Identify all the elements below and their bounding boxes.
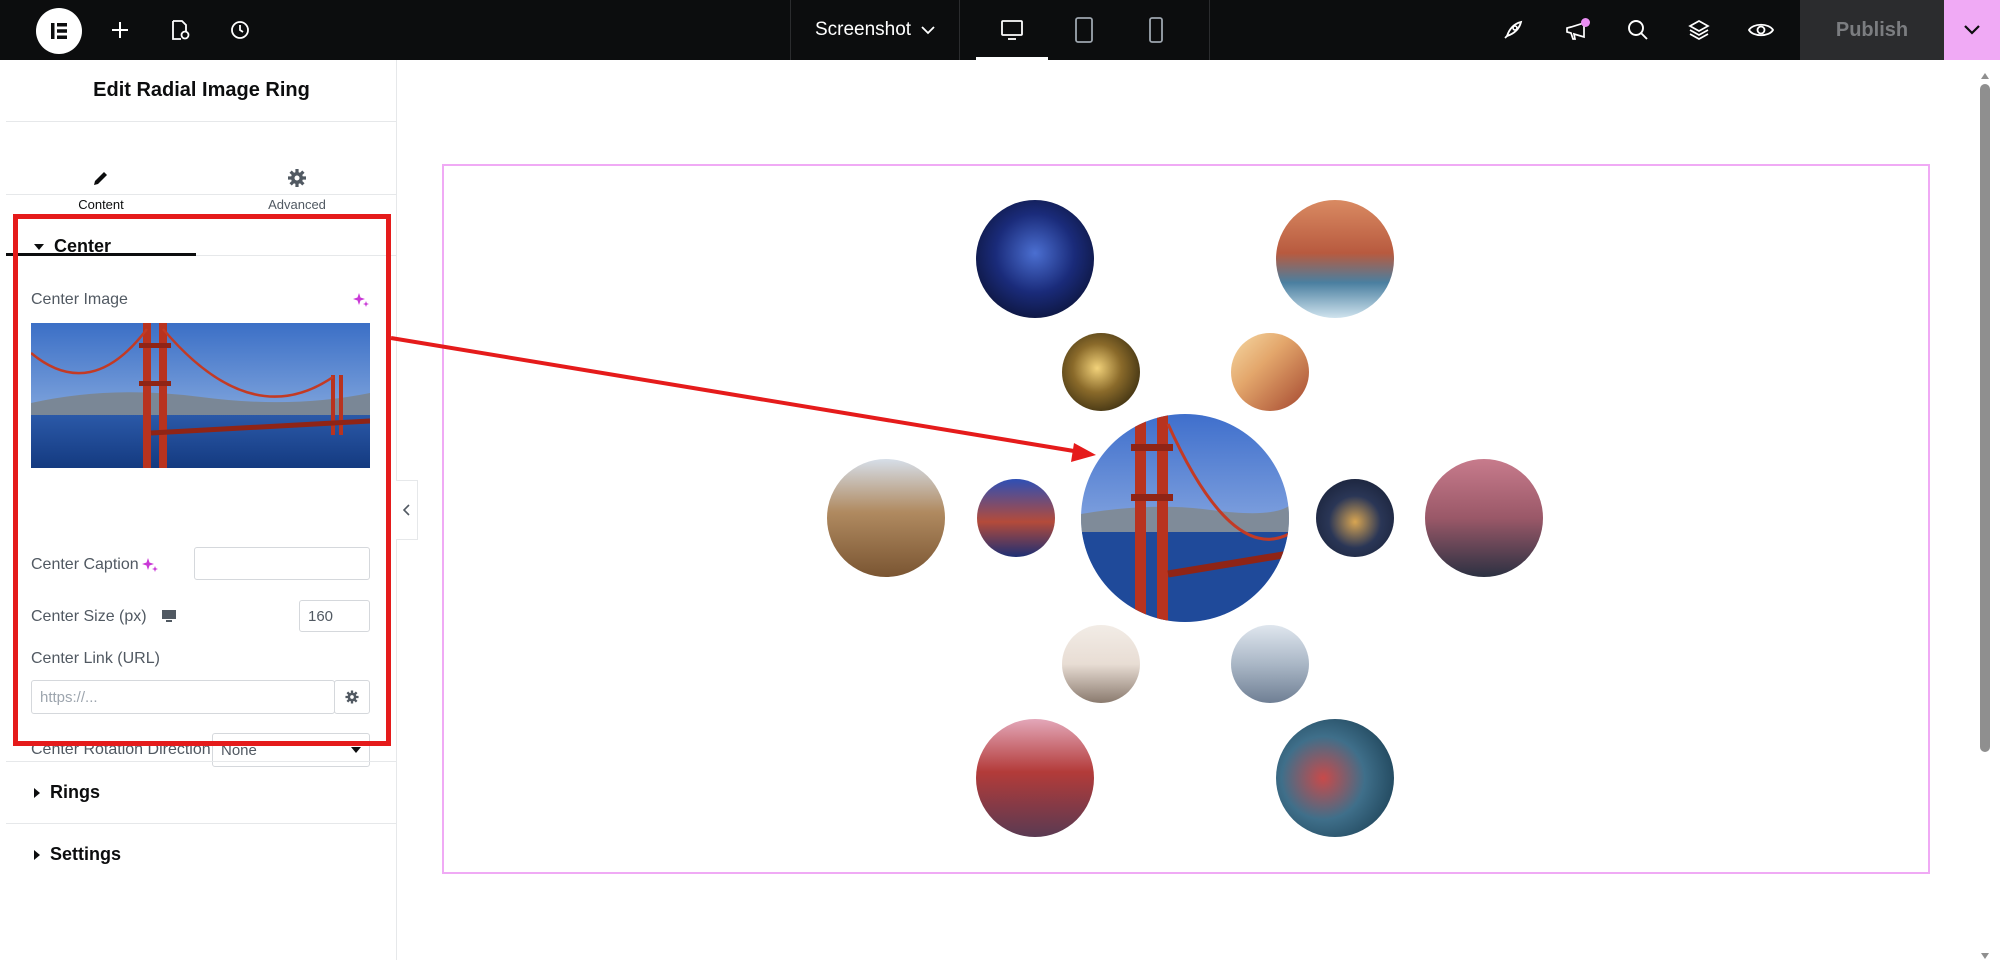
canvas-scrollbar[interactable]: [1976, 62, 1994, 960]
scroll-up-icon[interactable]: [1981, 66, 1989, 84]
scroll-down-icon[interactable]: [1981, 946, 1989, 964]
annotation-arrow: [390, 336, 1096, 462]
scrollbar-thumb[interactable]: [1980, 84, 1990, 752]
